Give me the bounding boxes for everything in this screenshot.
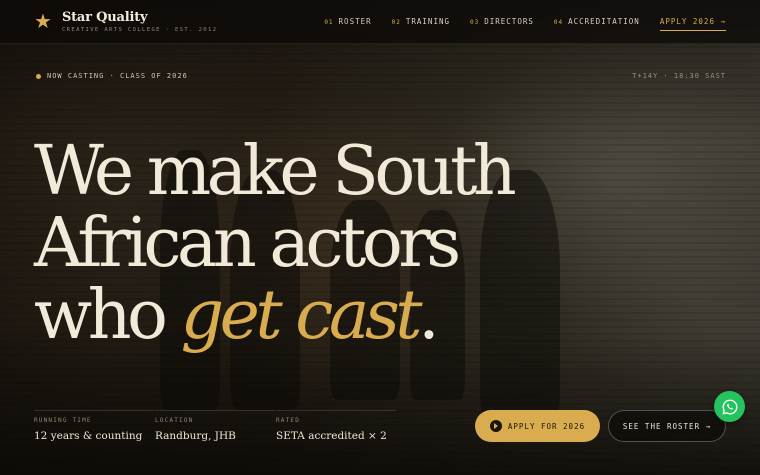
brand-name: Star Quality [61,10,148,25]
nav-item-training[interactable]: 02 TRAINING [392,17,450,26]
brand-tagline: CREATIVE ARTS COLLEGE · EST. 2012 [61,27,218,33]
nav-item-directors[interactable]: 03 DIRECTORS [470,17,534,26]
stats-row: RUNNING TIME 12 years & counting LOCATIO… [34,410,397,442]
play-icon [489,420,502,432]
apply-button-label: APPLY FOR 2026 [507,421,586,431]
whatsapp-icon[interactable] [714,391,745,422]
live-dot-icon [36,73,41,79]
main-nav: 01 ROSTER 02 TRAINING 03 DIRECTORS 04 AC… [324,13,726,31]
stat-value: SETA accredited × 2 [276,430,387,442]
stat-location: LOCATION Randburg, JHB [155,410,275,442]
stat-label: LOCATION [155,417,194,424]
stat-value: 12 years & counting [34,430,143,442]
nav-item-label: DIRECTORS [484,17,534,26]
headline-line-1: We make South [34,132,517,211]
stat-rated: RATED SETA accredited × 2 [276,410,396,442]
casting-status-text: NOW CASTING · CLASS OF 2026 [47,72,188,80]
headline-line-3-prefix: who [34,276,181,355]
see-roster-button[interactable]: SEE THE ROSTER → [608,410,726,442]
stat-label: RUNNING TIME [34,417,92,424]
nav-item-number: 04 [553,19,564,26]
headline-line-3-suffix: . [418,276,440,355]
stat-label: RATED [276,417,301,424]
stat-running-time: RUNNING TIME 12 years & counting [34,410,154,442]
nav-item-number: 01 [324,19,334,26]
stat-value: Randburg, JHB [155,430,236,442]
whatsapp-glyph [722,399,737,414]
headline-highlight: get cast [180,276,423,355]
star-icon[interactable]: ★ [34,12,52,32]
nav-apply-link[interactable]: APPLY 2026 → [659,17,726,31]
hero-headline: We make South African actors who get cas… [34,132,517,352]
nav-item-label: ROSTER [338,17,372,26]
nav-item-number: 03 [470,19,480,26]
nav-item-label: ACCREDITATION [568,17,640,26]
headline-line-2: African actors [34,204,461,283]
nav-item-roster[interactable]: 01 ROSTER [324,17,371,26]
clock-readout: T+14Y · 18:30 SAST [632,72,726,80]
brand[interactable]: Star Quality CREATIVE ARTS COLLEGE · EST… [62,10,217,33]
headline-line-3: who get cast. [34,280,512,352]
nav-item-number: 02 [391,19,401,26]
casting-status: NOW CASTING · CLASS OF 2026 [36,72,188,80]
apply-button[interactable]: APPLY FOR 2026 [475,410,600,442]
nav-item-label: TRAINING [405,17,450,26]
nav-item-accreditation[interactable]: 04 ACCREDITATION [554,17,640,26]
top-navigation-bar: ★ Star Quality CREATIVE ARTS COLLEGE · E… [0,0,760,44]
